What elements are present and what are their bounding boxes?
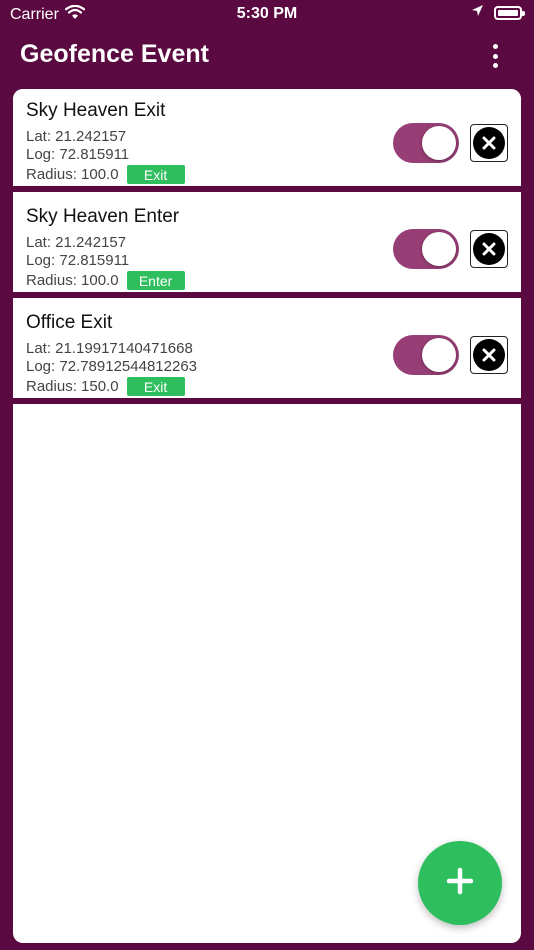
page-title: Geofence Event — [20, 40, 209, 68]
delete-event-button[interactable] — [470, 336, 508, 374]
event-type-badge: Exit — [126, 377, 185, 396]
add-event-button[interactable] — [418, 841, 502, 925]
event-enabled-toggle[interactable] — [393, 229, 459, 269]
delete-event-button[interactable] — [470, 230, 508, 268]
close-icon — [473, 127, 505, 159]
event-radius-row: Radius: 150.0 Exit — [26, 377, 185, 396]
event-name: Sky Heaven Exit — [26, 100, 166, 121]
event-log: Log: 72.815911 — [26, 252, 130, 269]
event-type-badge: Exit — [126, 165, 185, 184]
event-card[interactable]: Office Exit Lat: 21.19917140471668 Log: … — [13, 301, 521, 404]
status-time: 5:30 PM — [236, 5, 298, 22]
event-lat: Lat: 21.242157 — [26, 128, 127, 145]
event-list: Sky Heaven Exit Lat: 21.242157 Log: 72.8… — [13, 89, 521, 943]
toggle-knob — [422, 232, 456, 266]
toggle-knob — [422, 338, 456, 372]
event-radius-row: Radius: 100.0 Exit — [26, 165, 185, 184]
location-arrow-icon — [471, 4, 484, 22]
event-log: Log: 72.78912544812263 — [26, 358, 198, 375]
event-name: Office Exit — [26, 312, 113, 333]
event-name: Sky Heaven Enter — [26, 206, 180, 227]
status-bar-right — [471, 4, 525, 22]
more-vertical-icon[interactable] — [484, 42, 506, 70]
event-type-badge: Enter — [126, 271, 185, 290]
close-icon — [473, 339, 505, 371]
status-bar: Carrier 5:30 PM — [0, 0, 534, 30]
app-bar: Geofence Event — [0, 30, 534, 82]
battery-icon — [494, 6, 525, 20]
event-lat: Lat: 21.242157 — [26, 234, 127, 251]
close-icon — [473, 233, 505, 265]
delete-event-button[interactable] — [470, 124, 508, 162]
event-card[interactable]: Sky Heaven Enter Lat: 21.242157 Log: 72.… — [13, 195, 521, 298]
event-radius: Radius: 100.0 — [26, 166, 119, 183]
event-enabled-toggle[interactable] — [393, 335, 459, 375]
event-enabled-toggle[interactable] — [393, 123, 459, 163]
event-radius: Radius: 150.0 — [26, 378, 119, 395]
event-radius-row: Radius: 100.0 Enter — [26, 271, 185, 290]
event-log: Log: 72.815911 — [26, 146, 130, 163]
toggle-knob — [422, 126, 456, 160]
event-radius: Radius: 100.0 — [26, 272, 119, 289]
event-lat: Lat: 21.19917140471668 — [26, 340, 193, 357]
plus-icon — [446, 867, 474, 900]
event-card[interactable]: Sky Heaven Exit Lat: 21.242157 Log: 72.8… — [13, 89, 521, 192]
